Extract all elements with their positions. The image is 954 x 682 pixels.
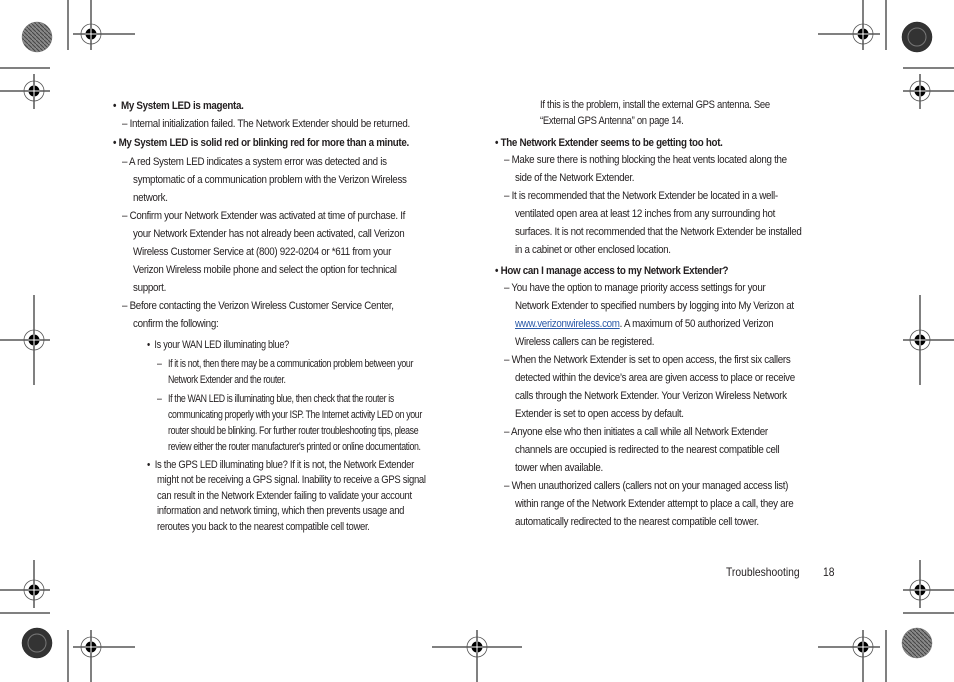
faq-answer: Network Extender to specified numbers by… — [515, 300, 794, 312]
bullet: • — [113, 137, 117, 149]
checklist-subitem: review either the router manufacturer's … — [168, 441, 421, 453]
faq-answer: symptomatic of a communication problem w… — [133, 174, 407, 186]
faq-heading-too-hot: • The Network Extender seems to be getti… — [495, 137, 723, 149]
faq-answer: calls through the Network Extender. Your… — [515, 390, 787, 402]
faq-answer: – Before contacting the Verizon Wireless… — [122, 300, 394, 312]
faq-answer: Wireless Customer Service at (800) 922-0… — [133, 246, 392, 258]
faq-answer: – You have the option to manage priority… — [504, 282, 766, 294]
faq-answer: confirm the following: — [133, 318, 219, 330]
faq-answer: – Make sure there is nothing blocking th… — [504, 154, 787, 166]
faq-answer: – A red System LED indicates a system er… — [122, 156, 387, 168]
faq-answer: surfaces. It is not recommended that the… — [515, 226, 802, 238]
faq-answer: network. — [133, 192, 168, 204]
checklist-text: might not be receiving a GPS signal. Ina… — [157, 474, 426, 486]
bullet: • — [113, 100, 117, 112]
faq-answer: your Network Extender has not already be… — [133, 228, 405, 240]
faq-answer: Verizon Wireless mobile phone and select… — [133, 264, 397, 276]
faq-answer: – Confirm your Network Extender was acti… — [122, 210, 406, 222]
bullet: • — [147, 459, 151, 471]
faq-answer: – Internal initialization failed. The Ne… — [122, 118, 410, 130]
checklist-text: information and network timing, which th… — [157, 505, 405, 517]
document-page: • My System LED is magenta. – Internal i… — [0, 0, 954, 682]
faq-heading-solid-red: • My System LED is solid red or blinking… — [113, 137, 409, 149]
faq-answer: – When unauthorized callers (callers not… — [504, 480, 789, 492]
faq-answer: side of the Network Extender. — [515, 172, 635, 184]
star-target-icon — [901, 21, 933, 53]
footer-page-number: 18 — [823, 565, 835, 579]
bullet: • — [495, 265, 499, 277]
faq-answer-with-link: www.verizonwireless.com. A maximum of 50… — [515, 318, 774, 330]
faq-answer: within range of the Network Extender att… — [515, 498, 794, 510]
checklist-text: reroutes you back to the nearest compati… — [157, 521, 370, 533]
checklist-item-wan: • Is your WAN LED illuminating blue? — [147, 339, 289, 351]
checklist-dash: – — [157, 358, 162, 370]
checklist-subitem: router should be blinking. For further r… — [168, 425, 419, 437]
checklist-subitem: communicating properly with your ISP. Th… — [168, 409, 422, 421]
star-target-icon — [901, 627, 933, 659]
bullet: • — [495, 137, 499, 149]
checklist-item-gps: • Is the GPS LED illuminating blue? If i… — [147, 459, 414, 471]
footer-section-title: Troubleshooting — [726, 565, 800, 579]
faq-heading-manage-access: • How can I manage access to my Network … — [495, 265, 729, 277]
faq-answer: – It is recommended that the Network Ext… — [504, 190, 778, 202]
faq-answer: automatically redirected to the nearest … — [515, 516, 759, 528]
faq-answer: – When the Network Extender is set to op… — [504, 354, 791, 366]
checklist-subitem: Network Extender and the router. — [168, 374, 286, 386]
verizon-wireless-link[interactable]: www.verizonwireless.com — [515, 318, 620, 330]
faq-answer: Extender is set to open access by defaul… — [515, 408, 684, 420]
faq-answer: Wireless callers can be registered. — [515, 336, 655, 348]
faq-answer: detected within the device’s area are gi… — [515, 372, 795, 384]
checklist-text: can result in the Network Extender faili… — [157, 490, 412, 502]
bullet: • — [147, 339, 150, 351]
checklist-dash: – — [157, 393, 162, 405]
gps-continuation: If this is the problem, install the exte… — [540, 99, 770, 111]
gps-continuation: “External GPS Antenna” on page 14. — [540, 115, 684, 127]
checklist-subitem: If it is not, then there may be a commun… — [168, 358, 414, 370]
faq-answer: channels are occupied is redirected to t… — [515, 444, 780, 456]
faq-answer: tower when available. — [515, 462, 603, 474]
faq-heading-magenta: • My System LED is magenta. — [113, 100, 244, 112]
star-target-icon — [21, 21, 53, 53]
star-target-icon — [21, 627, 53, 659]
faq-answer: ventilated open area at least 12 inches … — [515, 208, 776, 220]
checklist-subitem: If the WAN LED is illuminating blue, the… — [168, 393, 394, 405]
faq-answer: in a cabinet or other enclosed location. — [515, 244, 671, 256]
faq-answer: – Anyone else who then initiates a call … — [504, 426, 768, 438]
faq-answer: support. — [133, 282, 166, 294]
